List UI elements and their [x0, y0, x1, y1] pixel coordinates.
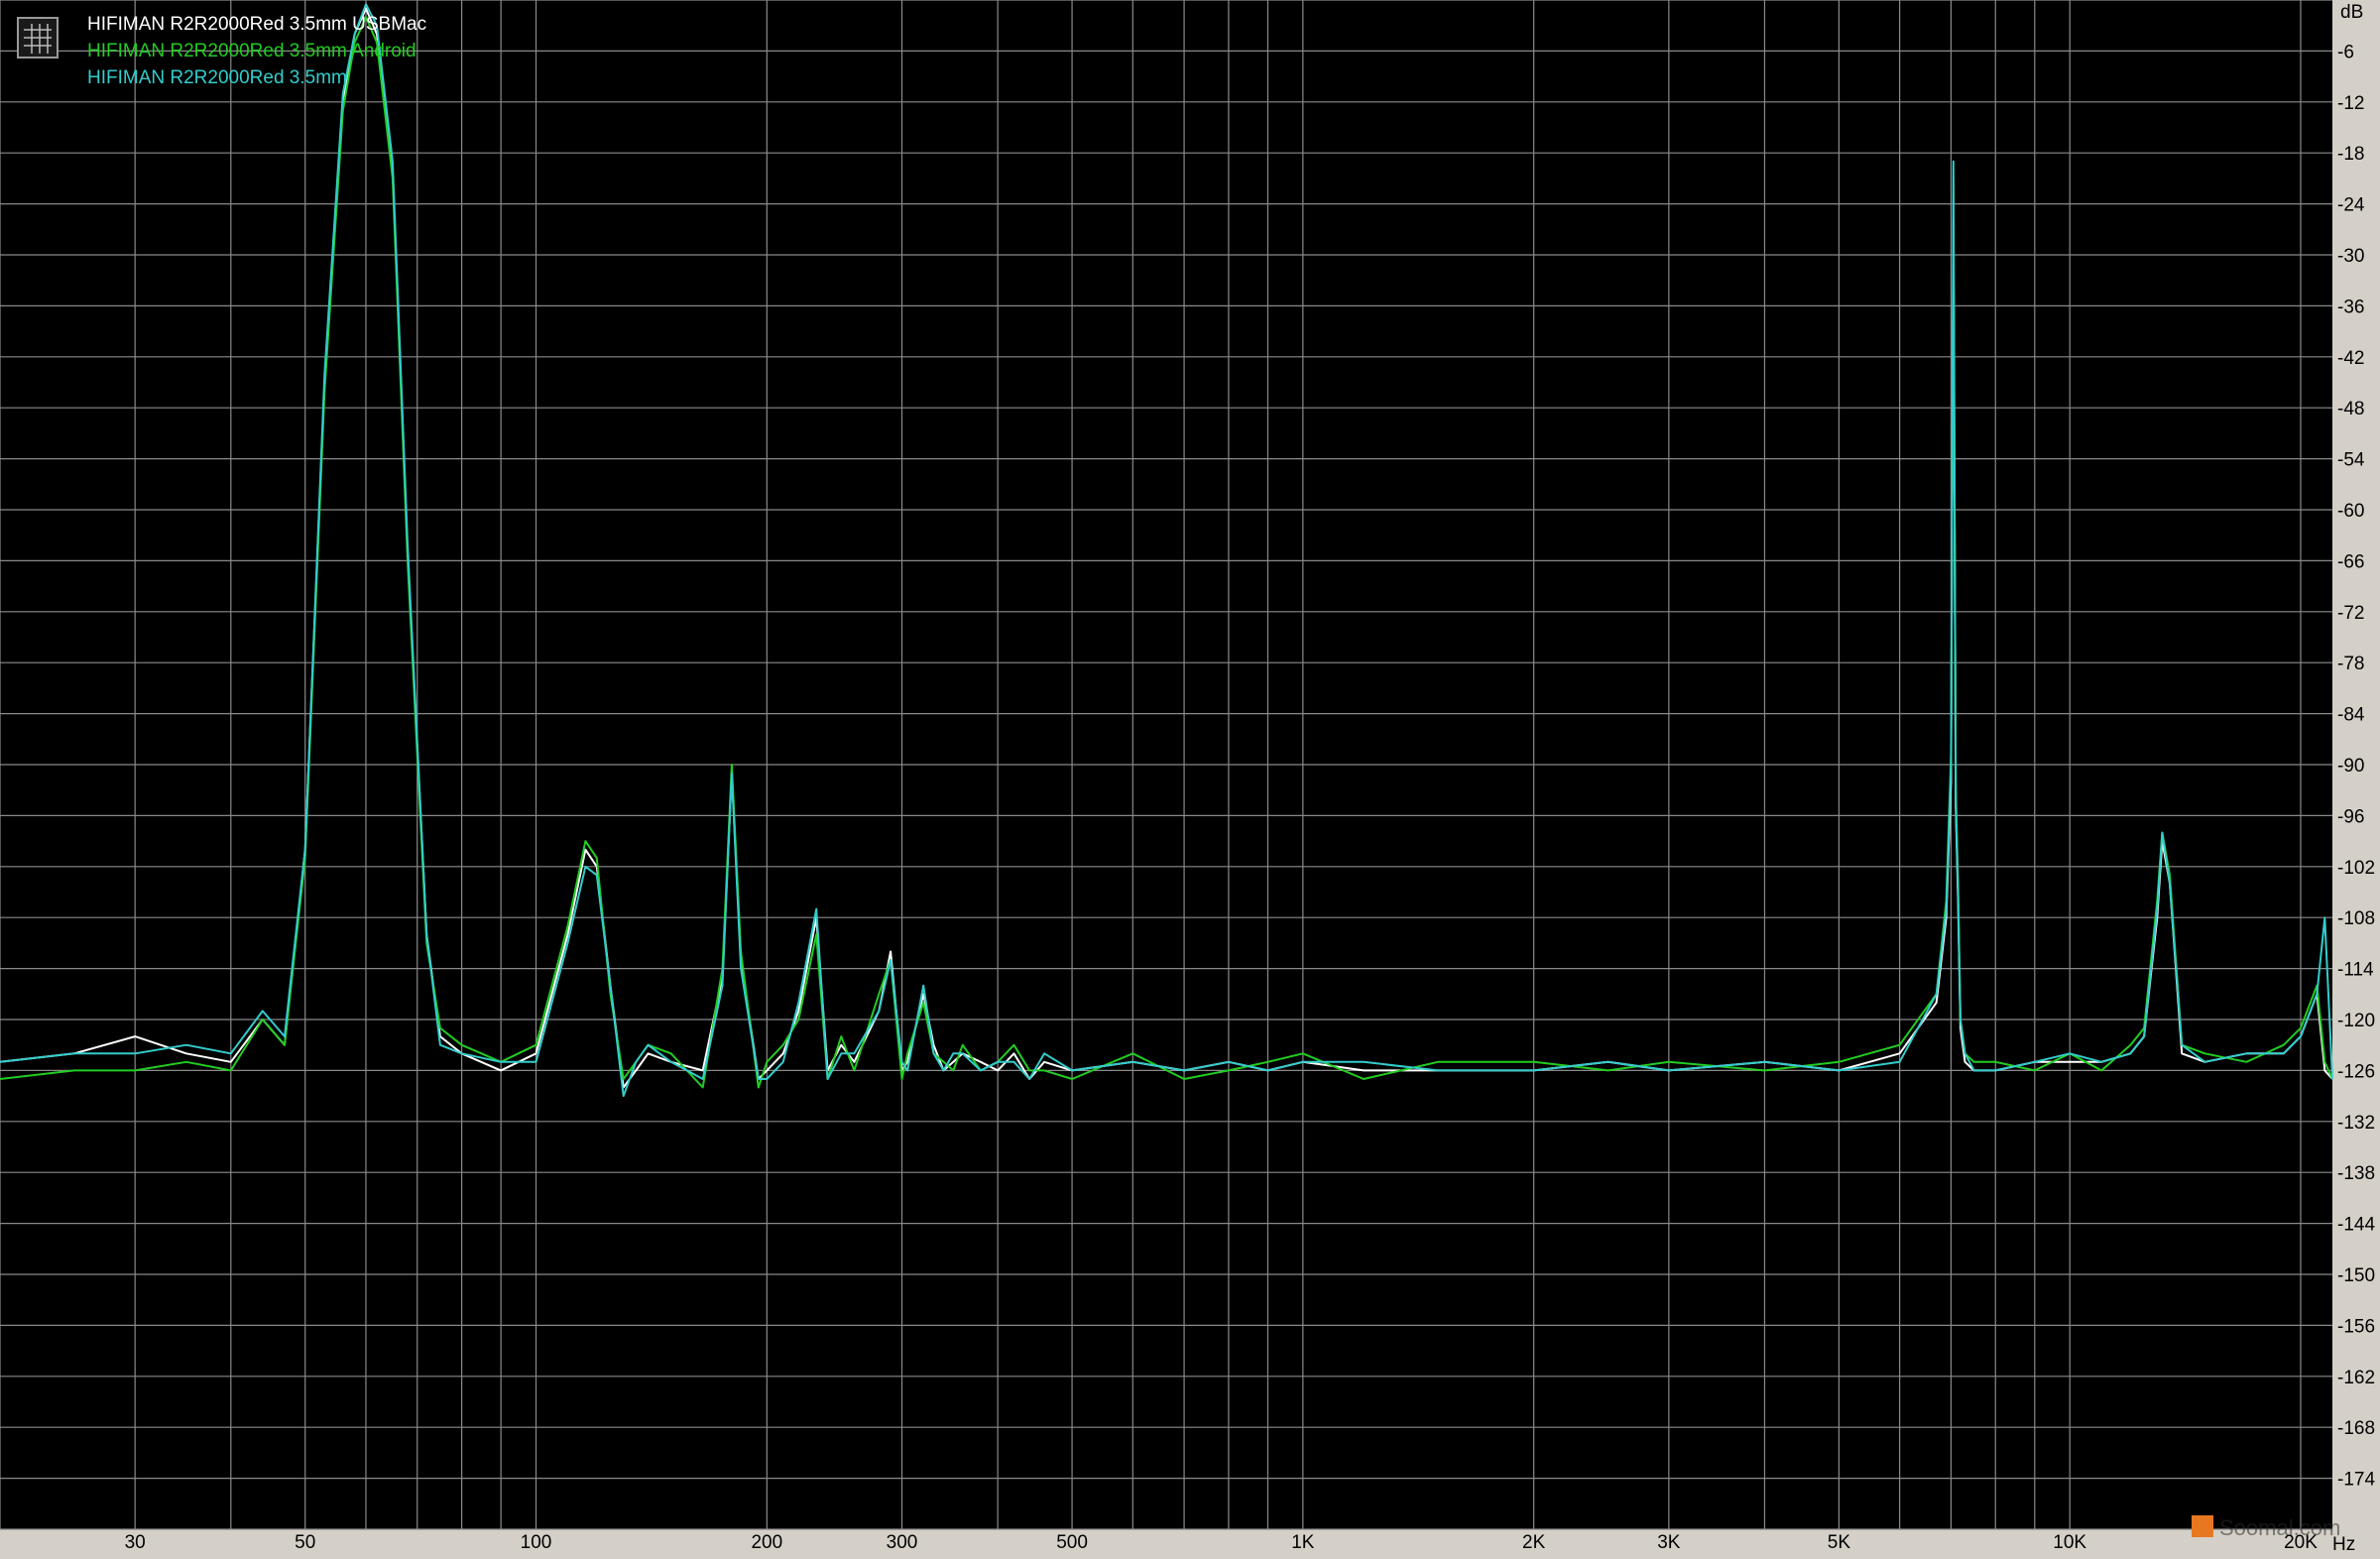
watermark-logo-icon	[2192, 1515, 2213, 1537]
y-tick-label: -60	[2337, 501, 2364, 522]
y-tick-label: -78	[2337, 654, 2364, 674]
y-tick-label: -138	[2337, 1163, 2375, 1184]
y-tick-label: -144	[2337, 1215, 2375, 1236]
y-tick-label: -84	[2337, 705, 2365, 726]
y-tick-label: -24	[2337, 195, 2365, 216]
y-tick-label: -36	[2337, 297, 2364, 317]
y-tick-label: -12	[2337, 93, 2364, 114]
y-axis-unit-label: dB	[2340, 2, 2363, 23]
x-tick-label: 50	[295, 1532, 315, 1553]
y-tick-label: -18	[2337, 144, 2364, 165]
x-tick-label: 30	[125, 1532, 146, 1553]
x-tick-label: 2K	[1522, 1532, 1546, 1553]
y-tick-label: -174	[2337, 1470, 2375, 1491]
x-tick-label: 200	[751, 1532, 782, 1553]
y-tick-label: -48	[2337, 399, 2364, 420]
x-tick-label: 500	[1056, 1532, 1088, 1553]
legend-entry-3[interactable]: HIFIMAN R2R2000Red 3.5mm	[87, 67, 347, 88]
y-tick-label: -108	[2337, 908, 2375, 929]
y-tick-label: -30	[2337, 246, 2364, 267]
x-axis: 30 50 100 200 300 500 1K 2K 3K 5K 10K 20K Hz	[125, 1532, 2356, 1555]
y-tick-label: -132	[2337, 1113, 2375, 1134]
y-tick-label: -72	[2337, 603, 2364, 624]
y-tick-label: -66	[2337, 551, 2364, 572]
spectrum-chart: dB -6 -12 -18 -24 -30 -36 -42 -48 -54 -60 -66 -72 -78…	[0, 0, 2375, 1555]
x-tick-label: 300	[887, 1532, 918, 1553]
y-tick-label: -90	[2337, 756, 2364, 777]
legend-entry-1[interactable]: HIFIMAN R2R2000Red 3.5mm USBMac	[87, 14, 426, 35]
watermark-text: Soomal.com	[2219, 1515, 2340, 1540]
y-tick-label: -156	[2337, 1316, 2375, 1337]
spectrum-analyzer-window: dB -6 -12 -18 -24 -30 -36 -42 -48 -54 -60 -66 -72 -78…	[0, 0, 2380, 1559]
x-tick-label: 100	[521, 1532, 552, 1553]
y-tick-label: -150	[2337, 1265, 2375, 1286]
y-tick-label: -162	[2337, 1368, 2375, 1388]
legend-icon[interactable]	[17, 17, 59, 59]
x-tick-label: 10K	[2053, 1532, 2086, 1553]
y-tick-label: -120	[2337, 1011, 2375, 1031]
y-tick-label: -96	[2337, 806, 2364, 827]
y-tick-label: -126	[2337, 1061, 2375, 1082]
y-tick-label: -102	[2337, 858, 2375, 879]
y-axis: dB -6 -12 -18 -24 -30 -36 -42 -48 -54 -60 -66 -72 -78…	[2337, 2, 2375, 1491]
y-tick-label: -6	[2337, 42, 2354, 62]
y-tick-label: -114	[2337, 960, 2374, 981]
y-tick-label: -42	[2337, 348, 2364, 369]
x-tick-label: 5K	[1828, 1532, 1851, 1553]
x-tick-label: 3K	[1657, 1532, 1681, 1553]
y-tick-label: -168	[2337, 1418, 2375, 1439]
legend-entry-2[interactable]: HIFIMAN R2R2000Red 3.5mm Android	[87, 41, 416, 61]
x-tick-label: 1K	[1291, 1532, 1315, 1553]
y-tick-label: -54	[2337, 450, 2365, 471]
